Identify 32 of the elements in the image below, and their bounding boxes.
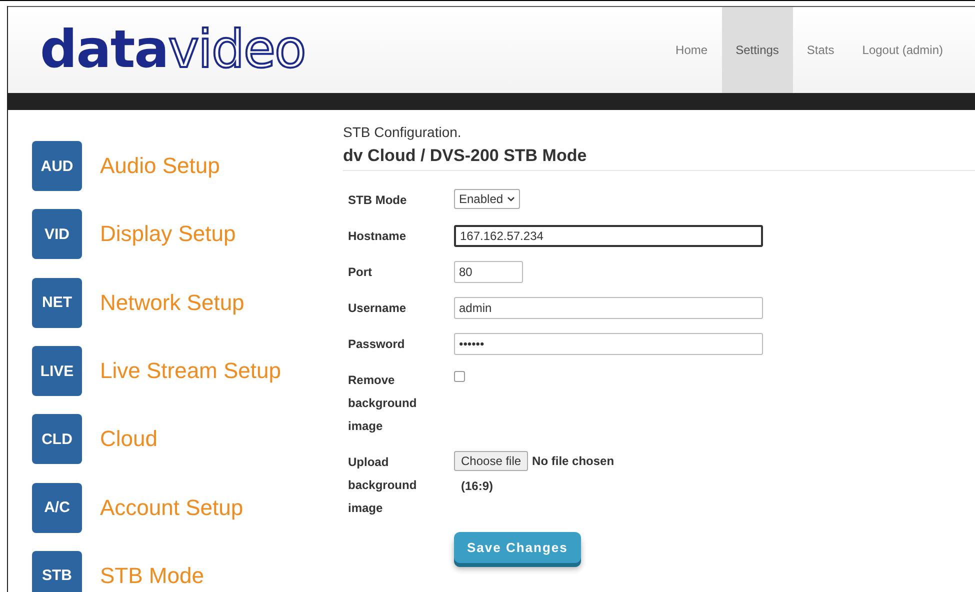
choose-file-button[interactable]: Choose file xyxy=(454,451,528,471)
field-label: Upload background image xyxy=(348,454,418,517)
chevron-icon xyxy=(507,196,516,202)
section-badge[interactable]: NET xyxy=(32,278,82,328)
page-caption: STB Configuration. xyxy=(343,124,462,140)
section-badge[interactable]: AUD xyxy=(32,141,82,192)
section-badge[interactable]: LIVE xyxy=(32,346,82,396)
input-field[interactable]: 80 xyxy=(454,261,523,283)
field-label: STB Mode xyxy=(348,192,408,209)
nav-link[interactable]: Logout (admin) xyxy=(848,7,957,93)
section-heading: dv Cloud / DVS-200 STB Mode xyxy=(343,146,975,171)
aspect-hint: (16:9) xyxy=(461,479,494,493)
field-label: Hostname xyxy=(348,228,408,245)
input-field[interactable]: admin xyxy=(454,297,763,319)
input-field[interactable]: 167.162.57.234 xyxy=(454,225,763,247)
field-label: Password xyxy=(348,336,406,353)
section-badge[interactable]: A/C xyxy=(32,482,82,533)
field-label: Username xyxy=(348,300,408,317)
section-badge[interactable]: CLD xyxy=(32,414,82,464)
nav-link[interactable]: Stats xyxy=(792,7,848,93)
nav-link[interactable]: Home xyxy=(662,7,722,93)
section-badge[interactable]: VID xyxy=(32,209,82,260)
mode-dropdown[interactable]: Enabled xyxy=(454,189,520,209)
field-label: Remove background image xyxy=(348,372,418,435)
input-field[interactable]: •••••• xyxy=(454,333,763,355)
datavideo-logo: datavideo xyxy=(39,19,306,82)
checkbox[interactable] xyxy=(454,371,465,382)
save-button[interactable]: Save Changes xyxy=(454,532,581,563)
section-badge[interactable]: STB xyxy=(32,550,82,592)
file-status: No file chosen xyxy=(532,454,614,468)
field-label: Port xyxy=(348,264,373,281)
nav-link[interactable]: Settings xyxy=(722,7,793,93)
